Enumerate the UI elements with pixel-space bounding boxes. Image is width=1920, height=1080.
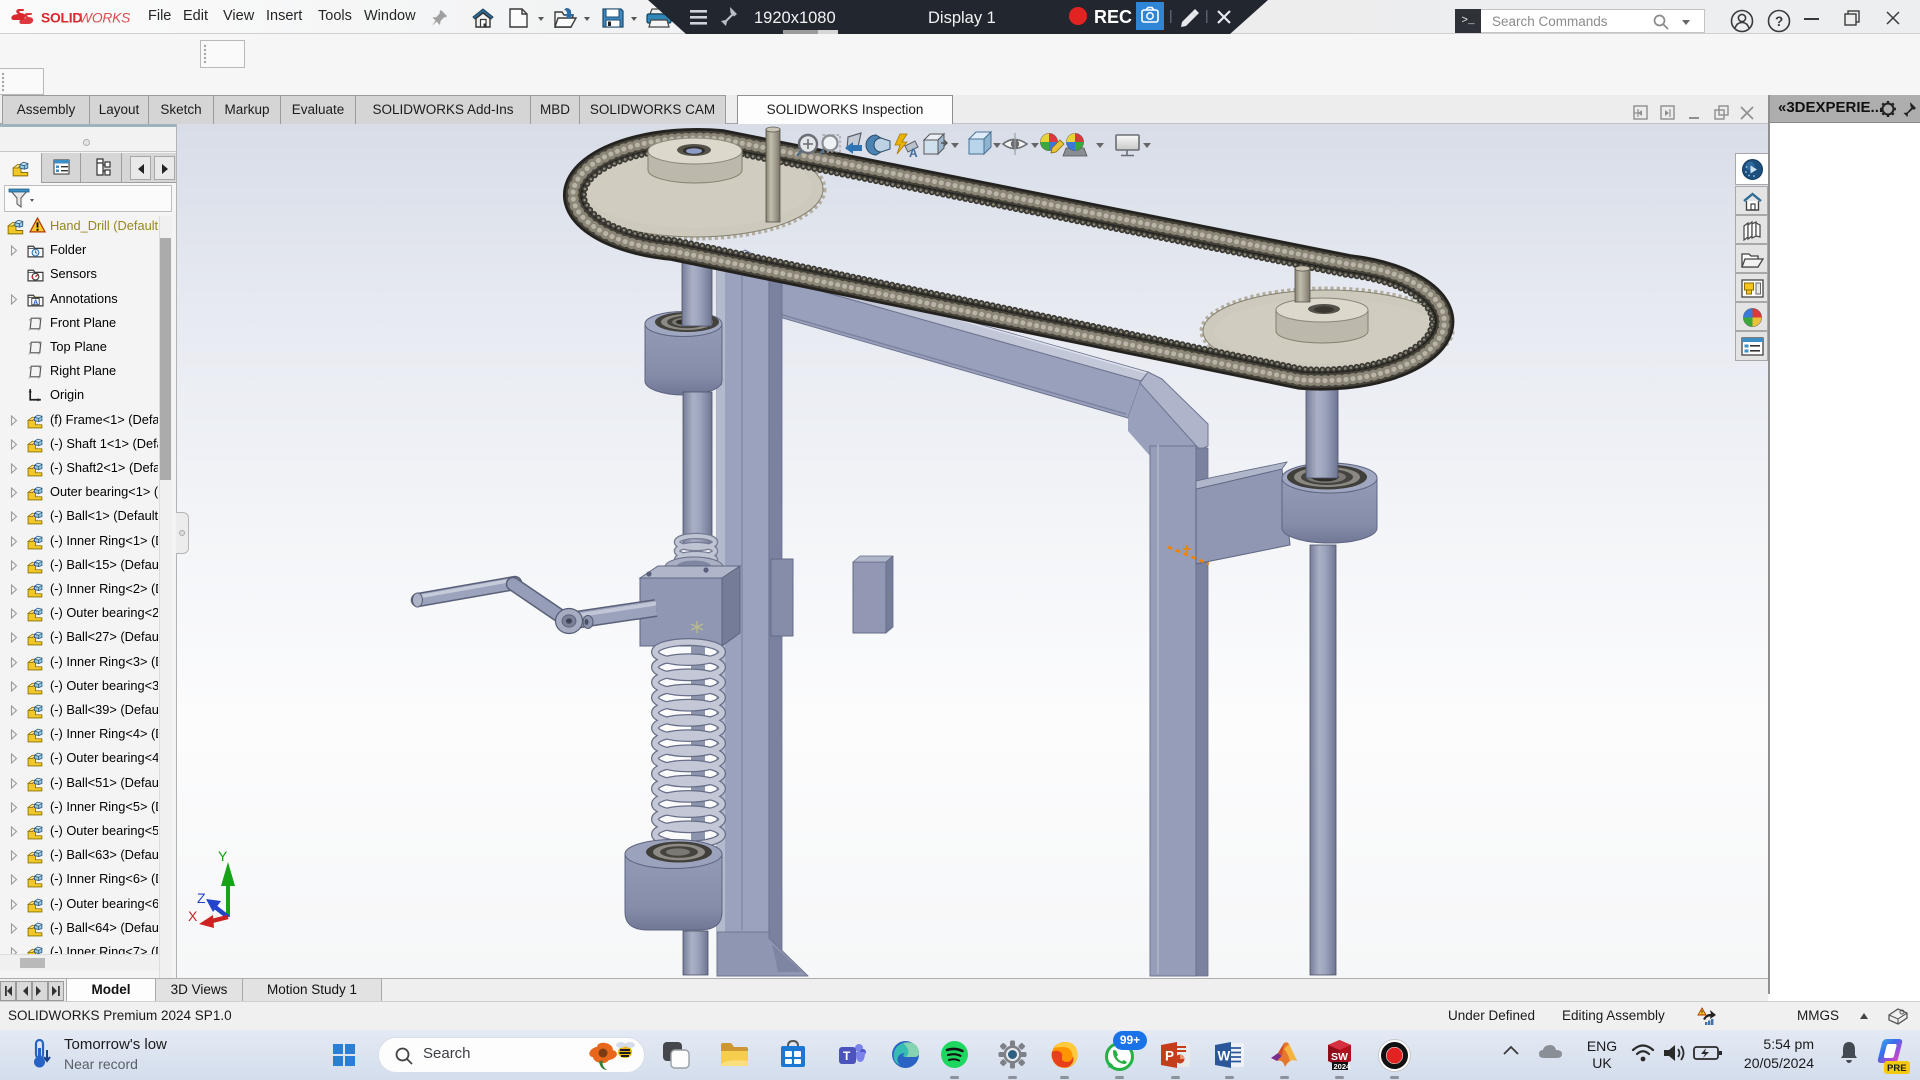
svg-text:W: W (1218, 1049, 1231, 1064)
svg-text:Y: Y (218, 848, 228, 864)
svg-text:1920x1080: 1920x1080 (754, 9, 836, 27)
svg-text:PRE: PRE (1887, 1063, 1907, 1074)
svg-text:?: ? (1775, 14, 1783, 29)
svg-text:P: P (1165, 1049, 1174, 1064)
svg-text:WORKS: WORKS (79, 11, 131, 26)
svg-text:Z: Z (197, 890, 206, 906)
svg-text:Display 1: Display 1 (928, 9, 996, 27)
svg-text:2024: 2024 (1334, 1062, 1352, 1071)
svg-text:T: T (843, 1049, 851, 1063)
svg-text:A: A (909, 146, 918, 160)
svg-text:X: X (188, 908, 198, 924)
svg-text:REC: REC (1094, 7, 1132, 27)
svg-text:SOLID: SOLID (41, 11, 82, 26)
